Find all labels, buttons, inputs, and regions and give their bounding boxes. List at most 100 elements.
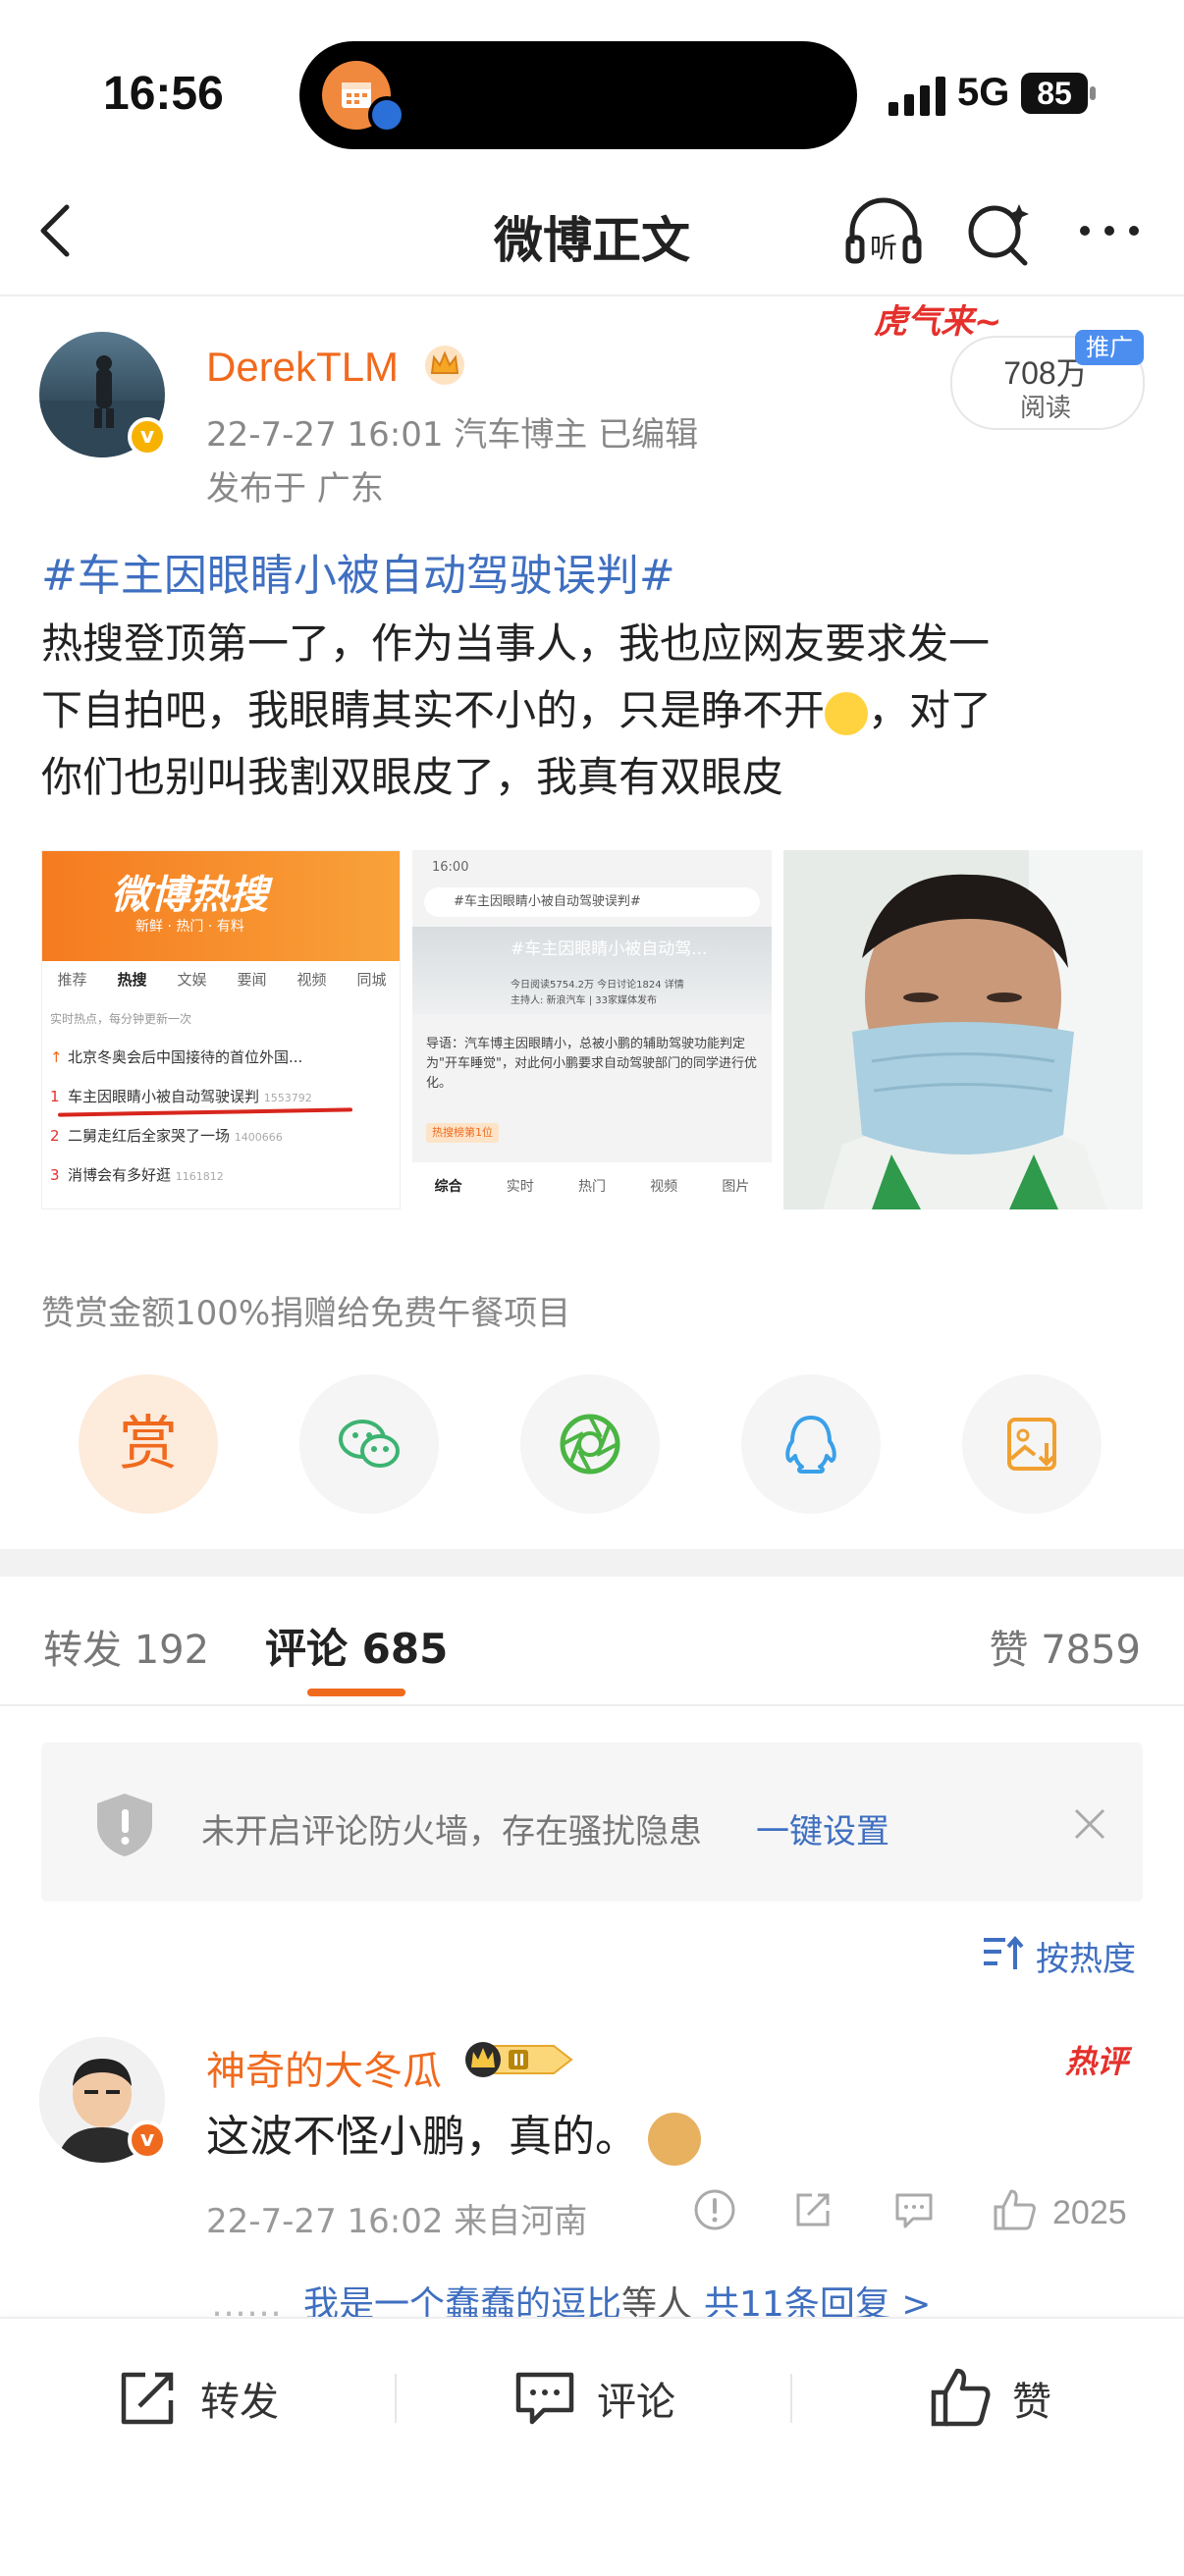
save-image-button[interactable] [962,1374,1102,1514]
hotsearch-note: 实时热点，每分钟更新一次 [50,1012,192,1026]
post-body-line: 你们也别叫我割双眼皮了，我真有双眼皮 [41,753,784,801]
repost-button[interactable]: 转发 [116,2364,279,2433]
comment-text-content: 这波不怪小鹏，真的。 [206,2112,638,2162]
post-time-source: 22-7-27 16:01 汽车博主 已编辑 [206,415,699,455]
firewall-text: 未开启评论防火墙，存在骚扰隐患 [201,1812,702,1852]
tab-repost[interactable]: 转发 192 [43,1618,209,1675]
hotsearch-row-text: 消博会有多好逛 [68,1166,172,1184]
like-button[interactable]: 赞 [928,2364,1051,2433]
hotsearch-tab: 视频 [296,971,327,989]
share-wechat-button[interactable] [299,1374,439,1514]
hotsearch-tab: 文娱 [177,971,207,989]
topic-rank-tag: 热搜榜第1位 [426,1123,499,1143]
search-icon[interactable] [962,196,1036,270]
vip-level-badge-icon[interactable] [461,2038,577,2081]
hotsearch-banner: 微博热搜 [111,873,268,918]
comment-label: 评论 [597,2380,675,2425]
tab-comment[interactable]: 评论 685 [265,1616,448,1676]
hotsearch-rank: 1 [50,1088,60,1105]
doge-emoji-icon [648,2113,701,2166]
laugh-cry-emoji-icon [825,691,869,735]
post-body-text: 下自拍吧，我眼睛其实不小的，只是睁不开 [41,686,826,734]
svg-text:听: 听 [870,232,897,264]
topic-tab: 热门 [577,1179,606,1195]
close-icon[interactable] [1070,1804,1109,1844]
post-hashtag[interactable]: #车主因眼睛小被自动驾驶误判# [41,540,675,603]
status-time: 16:56 [103,68,224,120]
commenter-name[interactable]: 神奇的大冬瓜 [206,2039,442,2096]
post-image-topicpage[interactable]: 16:00 #车主因眼睛小被自动驾驶误判# #车主因眼睛小被自动驾... 今日阅… [412,850,772,1209]
repost-icon [121,2372,174,2425]
promo-tag: 推广 [1075,330,1144,365]
firewall-setup-link[interactable]: 一键设置 [756,1804,889,1852]
tab-like[interactable]: 赞 7859 [989,1618,1141,1675]
report-icon[interactable] [692,2187,737,2232]
like-thumb-icon [931,2368,991,2427]
topic-tab: 综合 [434,1179,462,1195]
like-label: 赞 [1012,2380,1051,2425]
network-type: 5G [957,71,1010,114]
topic-intro: 导语：汽车博主因眼睛小，总被小鹏的辅助驾驶功能判定为"开车睡觉"，对此何小鹏要求… [426,1037,757,1091]
comment-meta: 22-7-27 16:02 来自河南 [206,2202,588,2241]
topic-title: #车主因眼睛小被自动驾... [511,939,708,959]
tab-active-indicator [307,1689,405,1696]
topic-tab: 实时 [506,1179,534,1195]
reward-note: 赞赏金额100%捐赠给免费午餐项目 [41,1294,571,1333]
forward-comment-icon[interactable] [790,2187,835,2232]
post-location: 发布于 广东 [206,469,384,509]
hotsearch-row-text: 车主因眼睛小被自动驾驶误判 [68,1088,260,1105]
vip-crown-icon[interactable] [422,344,467,387]
sort-icon[interactable] [982,1934,1025,1973]
comment-like-count: 2025 [1052,2194,1127,2231]
topic-status-time: 16:00 [432,860,469,875]
author-name[interactable]: DerekTLM [206,344,399,391]
more-options-icon[interactable] [1075,206,1144,255]
bottom-action-bar [0,2317,1184,2576]
topic-tab: 视频 [650,1179,678,1195]
verified-badge-icon: v [128,2120,167,2160]
comment-icon [515,2372,574,2425]
hotsearch-tab: 热搜 [117,971,147,989]
bottom-separator [790,2374,792,2423]
hotsearch-row-num: 1553792 [263,1092,312,1104]
post-body-line: 下自拍吧，我眼睛其实不小的，只是睁不开 ，对了 [41,677,992,737]
battery-icon: 85 [1021,73,1088,114]
hotsearch-row-text: 二舅走红后全家哭了一场 [68,1127,231,1145]
hotsearch-rank: 3 [50,1166,60,1184]
qq-penguin-icon [785,1416,836,1474]
comment-text: 这波不怪小鹏，真的。 [206,2101,701,2166]
sort-by-hot[interactable]: 按热度 [1036,1932,1136,1980]
post-image-selfie[interactable] [783,850,1143,1209]
verified-badge-icon: v [128,417,167,456]
hotsearch-row-num: 1400666 [234,1131,283,1144]
hot-comment-tag: 热评 [1065,2043,1129,2080]
reward-button[interactable]: 赏 [79,1374,218,1514]
reply-comment-icon[interactable] [891,2187,937,2232]
hotsearch-tab: 同城 [356,971,387,989]
section-gap [0,1549,1184,1577]
post-body-text: ，对了 [868,686,993,734]
shield-warning-icon [97,1794,152,1856]
hotsearch-rank: 2 [50,1127,60,1145]
repost-label: 转发 [200,2380,279,2425]
signal-icon [888,77,945,116]
topic-tab: 图片 [722,1179,750,1195]
tab-divider [0,1704,1184,1706]
share-qq-button[interactable] [741,1374,881,1514]
comment-button[interactable]: 评论 [512,2364,675,2433]
hotsearch-row-num: 1161812 [175,1170,224,1183]
share-moments-button[interactable] [520,1374,660,1514]
reward-label: 赏 [119,1410,178,1478]
topic-stats: 今日阅读5754.2万 今日讨论1824 详情 [511,980,684,991]
like-comment-icon[interactable] [992,2187,1037,2232]
save-image-icon [1007,1418,1056,1471]
wechat-icon [339,1420,400,1468]
hotsearch-tab: 推荐 [57,971,87,989]
moments-aperture-icon [560,1414,620,1475]
read-label: 阅读 [1019,394,1071,423]
post-image-hotsearch[interactable]: 微博热搜 新鲜 · 热门 · 有料 推荐 热搜 文娱 要闻 视频 同城 实时热点… [41,850,401,1209]
topic-host: 主持人: 新浪汽车 | 33家媒体发布 [511,995,657,1006]
listen-headphones-icon[interactable]: 听 [844,196,923,270]
bottom-separator [395,2374,397,2423]
hotsearch-banner-sub: 新鲜 · 热门 · 有料 [135,919,244,935]
